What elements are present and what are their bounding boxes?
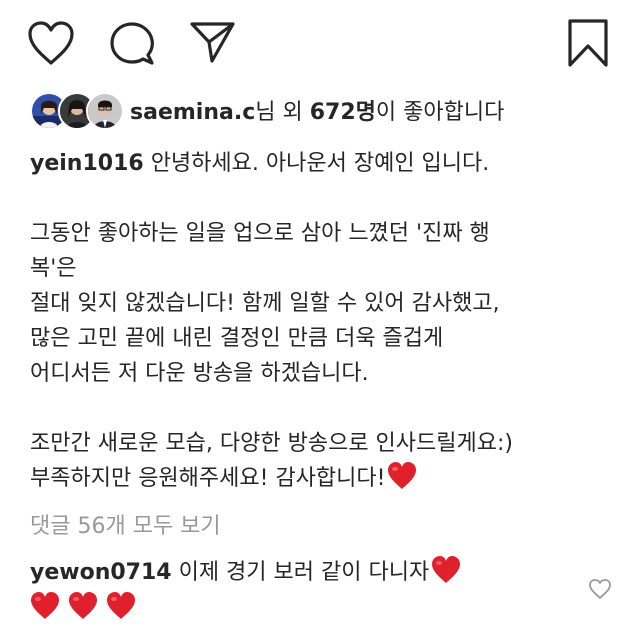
comment-item: yewon0714 이제 경기 보러 같이 다니자	[30, 556, 570, 626]
comment-emoji-row	[30, 592, 570, 626]
share-icon[interactable]	[188, 20, 236, 64]
comment-icon[interactable]	[108, 20, 156, 68]
avatar	[86, 92, 124, 130]
comment-text: 이제 경기 보러 같이 다니자	[171, 560, 430, 585]
caption-line: 어디서든 저 다운 방송을 하겠습니다.	[30, 361, 369, 386]
liked-by-text: saemina.c님 외 672명이 좋아합니다	[130, 94, 504, 126]
comment-username[interactable]: yewon0714	[30, 560, 172, 585]
post-caption: yein1016 안녕하세요. 아나운서 장예인 입니다. 그동안 좋아하는 일…	[30, 146, 620, 496]
like-count[interactable]: 672명	[310, 100, 376, 125]
view-all-comments-link[interactable]: 댓글 56개 모두 보기	[30, 508, 221, 540]
caption-line: 부족하지만 응원해주세요! 감사합니다!	[30, 466, 386, 491]
heart-emoji	[107, 592, 135, 619]
heart-icon[interactable]	[26, 20, 76, 66]
caption-text: 안녕하세요. 아나운서 장예인 입니다.	[143, 151, 490, 176]
heart-emoji	[69, 592, 97, 619]
action-bar	[0, 0, 640, 86]
heart-emoji	[432, 556, 461, 583]
comment-like-icon[interactable]	[588, 578, 612, 600]
liked-by-suffix: 이 좋아합니다	[375, 100, 505, 125]
caption-line: 그동안 좋아하는 일을 업으로 삼아 느꼈던 '진짜 행	[30, 221, 490, 246]
liker-avatars[interactable]	[30, 92, 124, 130]
liked-by-row: saemina.c님 외 672명이 좋아합니다	[30, 90, 504, 130]
bookmark-icon[interactable]	[566, 18, 610, 68]
liker-username[interactable]: saemina.c	[130, 100, 255, 125]
caption-line: 복'은	[30, 256, 77, 281]
heart-emoji	[388, 462, 417, 489]
caption-line: 조만간 새로운 모습, 다양한 방송으로 인사드릴게요:)	[30, 431, 513, 456]
liked-by-middle: 님 외	[255, 100, 310, 125]
caption-line: 많은 고민 끝에 내린 결정인 만큼 더욱 즐겁게	[30, 326, 444, 351]
heart-emoji	[31, 592, 59, 619]
caption-username[interactable]: yein1016	[30, 151, 144, 176]
caption-line: 절대 잊지 않겠습니다! 함께 일할 수 있어 감사했고,	[30, 291, 500, 316]
